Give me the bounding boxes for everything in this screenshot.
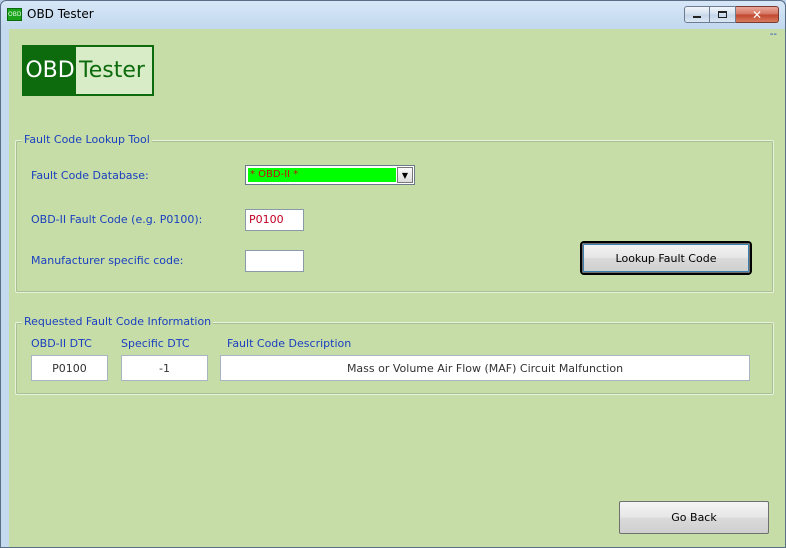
window-title: OBD Tester	[27, 7, 94, 21]
fault-code-lookup-group: Fault Code Lookup Tool Fault Code Databa…	[15, 133, 774, 293]
minimize-button[interactable]	[684, 6, 710, 23]
minimize-icon	[693, 16, 701, 18]
specific-dtc-value: -1	[121, 355, 208, 381]
logo-tester-text: Tester	[79, 58, 145, 83]
obd-dtc-header: OBD-II DTC	[31, 337, 92, 350]
obd-code-input[interactable]: P0100	[245, 209, 304, 231]
close-icon: ✕	[751, 7, 763, 22]
obd-tester-logo: OBD Tester	[22, 45, 154, 96]
obd-code-label: OBD-II Fault Code (e.g. P0100):	[31, 213, 203, 226]
maximize-button[interactable]	[710, 6, 736, 23]
specific-dtc-header: Specific DTC	[121, 337, 190, 350]
lookup-fault-code-button[interactable]: Lookup Fault Code	[582, 243, 750, 273]
description-value: Mass or Volume Air Flow (MAF) Circuit Ma…	[220, 355, 750, 381]
fault-code-info-group: Requested Fault Code Information OBD-II …	[15, 315, 774, 395]
close-button[interactable]: ✕	[736, 6, 779, 23]
go-back-button[interactable]: Go Back	[619, 501, 769, 534]
obd-dtc-value: P0100	[31, 355, 108, 381]
database-selected-value: * OBD-II *	[248, 168, 396, 182]
corner-indicator: --	[769, 29, 777, 40]
chevron-down-icon[interactable]: ▼	[397, 167, 413, 183]
description-header: Fault Code Description	[227, 337, 352, 350]
caption-buttons: ✕	[684, 6, 779, 23]
database-label: Fault Code Database:	[31, 169, 149, 182]
manufacturer-code-input[interactable]	[245, 250, 304, 272]
logo-obd-text: OBD	[24, 47, 76, 94]
title-bar[interactable]: OBD OBD Tester ✕	[1, 1, 785, 29]
app-window: OBD OBD Tester ✕ -- OBD Tester Fault Cod…	[0, 0, 786, 548]
database-select[interactable]: * OBD-II * ▼	[245, 165, 415, 185]
lookup-group-title: Fault Code Lookup Tool	[22, 133, 152, 146]
client-area: -- OBD Tester Fault Code Lookup Tool Fau…	[9, 29, 785, 547]
info-group-title: Requested Fault Code Information	[22, 315, 214, 328]
app-icon: OBD	[7, 8, 22, 21]
maximize-icon	[718, 11, 727, 18]
manufacturer-code-label: Manufacturer specific code:	[31, 254, 184, 267]
